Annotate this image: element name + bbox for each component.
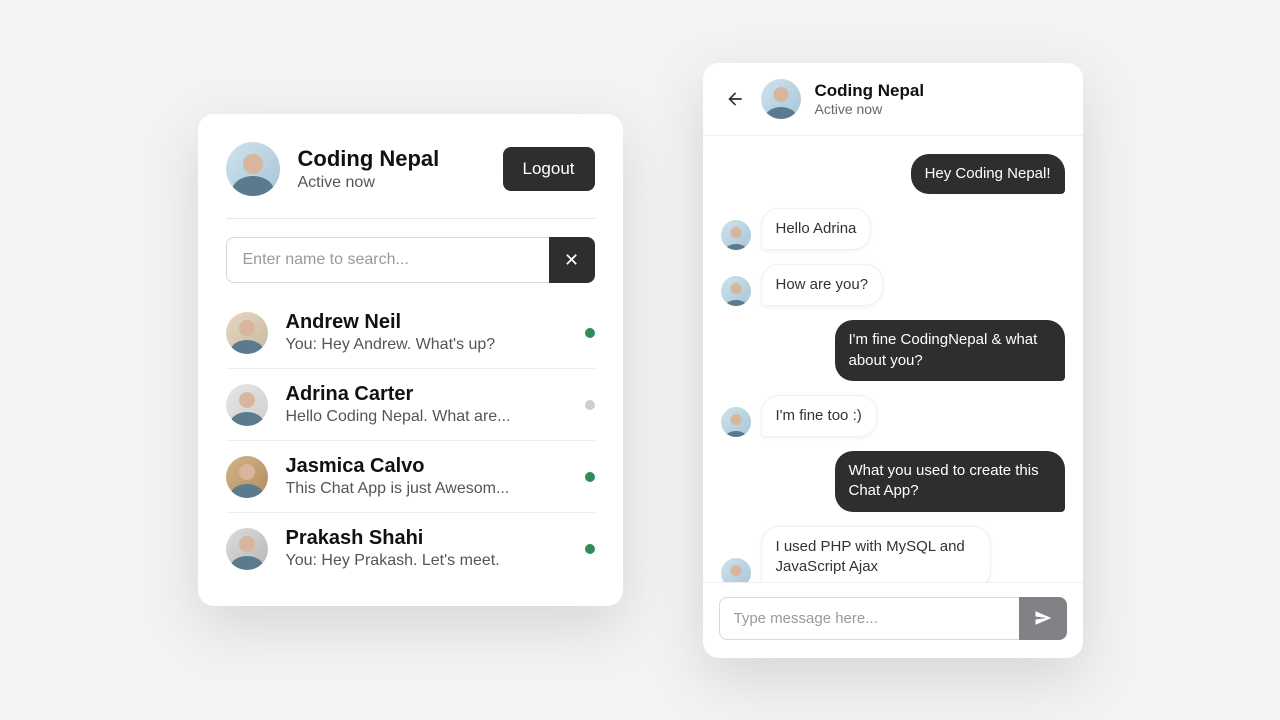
message-row-in: Hello Adrina — [721, 208, 1065, 250]
status-dot-online — [585, 328, 595, 338]
status-dot-online — [585, 544, 595, 554]
contact-avatar — [226, 384, 268, 426]
chat-peer-avatar[interactable] — [761, 79, 801, 119]
contact-row[interactable]: Prakash Shahi You: Hey Prakash. Let's me… — [226, 513, 595, 584]
message-row-in: I used PHP with MySQL and JavaScript Aja… — [721, 526, 1065, 582]
back-button[interactable] — [723, 87, 747, 111]
contact-name: Adrina Carter — [286, 383, 567, 406]
status-dot-offline — [585, 400, 595, 410]
contacts-panel: Coding Nepal Active now Logout ✕ Andrew … — [198, 114, 623, 606]
send-button[interactable] — [1019, 597, 1067, 640]
divider — [226, 218, 595, 219]
message-row-out: I'm fine CodingNepal & what about you? — [721, 320, 1065, 381]
chat-peer-status: Active now — [815, 101, 925, 117]
clear-search-button[interactable]: ✕ — [549, 237, 595, 283]
message-row-in: How are you? — [721, 264, 1065, 306]
contact-row[interactable]: Adrina Carter Hello Coding Nepal. What a… — [226, 369, 595, 441]
message-row-in: I'm fine too :) — [721, 395, 1065, 437]
me-status: Active now — [298, 174, 485, 192]
composer — [703, 582, 1083, 658]
message-avatar — [721, 407, 751, 437]
message-bubble: How are you? — [761, 264, 884, 306]
message-avatar — [721, 220, 751, 250]
contact-name: Jasmica Calvo — [286, 455, 567, 478]
me-info: Coding Nepal Active now — [298, 146, 485, 192]
logout-button[interactable]: Logout — [503, 147, 595, 191]
contact-name: Andrew Neil — [286, 311, 567, 334]
contact-preview: You: Hey Andrew. What's up? — [286, 336, 567, 354]
message-bubble: What you used to create this Chat App? — [835, 451, 1065, 512]
message-bubble: I'm fine too :) — [761, 395, 877, 437]
me-name: Coding Nepal — [298, 146, 485, 172]
search-row: ✕ — [226, 237, 595, 283]
me-avatar[interactable] — [226, 142, 280, 196]
status-dot-online — [585, 472, 595, 482]
chat-peer-name: Coding Nepal — [815, 81, 925, 101]
contact-preview: You: Hey Prakash. Let's meet. — [286, 552, 567, 570]
search-input[interactable] — [226, 237, 549, 283]
send-icon — [1034, 609, 1052, 627]
contact-avatar — [226, 312, 268, 354]
message-bubble: Hello Adrina — [761, 208, 872, 250]
contact-avatar — [226, 456, 268, 498]
chat-header: Coding Nepal Active now — [703, 63, 1083, 136]
contact-name: Prakash Shahi — [286, 527, 567, 550]
message-avatar — [721, 558, 751, 582]
contact-preview: This Chat App is just Awesom... — [286, 480, 567, 498]
contact-avatar — [226, 528, 268, 570]
chat-panel: Coding Nepal Active now Hey Coding Nepal… — [703, 63, 1083, 658]
message-avatar — [721, 276, 751, 306]
message-bubble: I used PHP with MySQL and JavaScript Aja… — [761, 526, 991, 582]
contacts-list: Andrew Neil You: Hey Andrew. What's up? … — [226, 297, 595, 584]
message-bubble: Hey Coding Nepal! — [911, 154, 1065, 194]
contact-preview: Hello Coding Nepal. What are... — [286, 408, 567, 426]
message-row-out: Hey Coding Nepal! — [721, 154, 1065, 194]
message-row-out: What you used to create this Chat App? — [721, 451, 1065, 512]
contacts-header: Coding Nepal Active now Logout — [226, 142, 595, 196]
contact-row[interactable]: Jasmica Calvo This Chat App is just Awes… — [226, 441, 595, 513]
contact-row[interactable]: Andrew Neil You: Hey Andrew. What's up? — [226, 297, 595, 369]
arrow-left-icon — [725, 89, 745, 109]
message-input[interactable] — [719, 597, 1019, 640]
message-bubble: I'm fine CodingNepal & what about you? — [835, 320, 1065, 381]
messages-area[interactable]: Hey Coding Nepal! Hello Adrina How are y… — [703, 136, 1083, 582]
close-icon: ✕ — [564, 250, 579, 271]
